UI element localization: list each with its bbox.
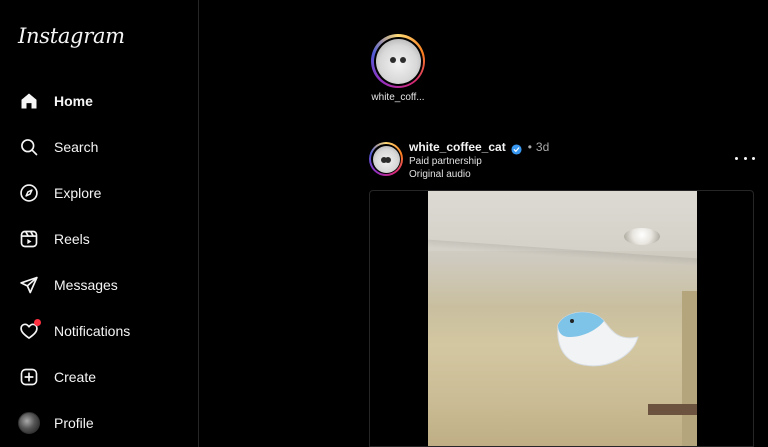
sidebar-item-label: Explore: [54, 185, 102, 201]
avatar: [372, 145, 400, 173]
bird-wall-decor: [557, 311, 639, 367]
profile-avatar-wrap: [18, 412, 40, 434]
sidebar-item-home[interactable]: Home: [8, 81, 190, 121]
sidebar: Instagram Home Search Explore Reels Mess…: [0, 0, 199, 447]
sidebar-item-messages[interactable]: Messages: [8, 265, 190, 305]
story-ring: [371, 34, 425, 88]
instagram-logo[interactable]: Instagram: [18, 24, 125, 48]
more-dot: [752, 156, 755, 160]
story-item[interactable]: white_coff...: [366, 34, 430, 103]
post-media[interactable]: [369, 190, 754, 447]
sidebar-item-label: Reels: [54, 231, 90, 247]
paid-partnership-label[interactable]: Paid partnership: [409, 155, 549, 168]
sidebar-item-label: Profile: [54, 415, 94, 431]
sidebar-item-create[interactable]: Create: [8, 357, 190, 397]
post-time[interactable]: 3d: [536, 140, 549, 154]
compass-icon: [18, 182, 40, 204]
plus-square-icon: [18, 366, 40, 388]
more-dot: [735, 156, 738, 160]
story-inner: [373, 36, 423, 86]
post-header-line: white_coffee_cat • 3d: [409, 139, 549, 155]
sidebar-item-label: Home: [54, 93, 93, 109]
avatar: [18, 412, 40, 434]
post-avatar[interactable]: [369, 142, 403, 176]
original-audio-link[interactable]: Original audio: [409, 168, 549, 181]
time-separator: •: [527, 140, 532, 154]
heart-icon: [18, 319, 41, 342]
paper-plane-icon: [18, 274, 40, 296]
post-username[interactable]: white_coffee_cat: [409, 140, 506, 154]
post-photo: [428, 191, 697, 446]
story-username: white_coff...: [371, 92, 425, 103]
home-icon: [18, 90, 40, 112]
sidebar-item-notifications[interactable]: Notifications: [8, 311, 190, 351]
ceiling-light: [624, 228, 660, 245]
post-header: white_coffee_cat • 3d Paid partnership O…: [409, 139, 549, 181]
story-avatar: [375, 38, 421, 84]
post-avatar-inner: [371, 144, 401, 174]
search-icon: [18, 136, 40, 158]
sidebar-item-label: Notifications: [54, 323, 131, 339]
sidebar-item-profile[interactable]: Profile: [8, 403, 190, 443]
sidebar-item-label: Create: [54, 369, 97, 385]
verified-badge-icon: [511, 142, 522, 155]
wooden-shelf: [648, 404, 697, 415]
reels-icon: [18, 228, 40, 250]
sidebar-item-search[interactable]: Search: [8, 127, 190, 167]
more-options-button[interactable]: [735, 152, 755, 164]
sidebar-item-label: Messages: [54, 277, 118, 293]
wall-corner: [682, 291, 697, 446]
sidebar-item-label: Search: [54, 139, 99, 155]
sidebar-item-explore[interactable]: Explore: [8, 173, 190, 213]
more-dot: [743, 156, 747, 160]
sidebar-item-reels[interactable]: Reels: [8, 219, 190, 259]
notification-badge: [34, 319, 41, 326]
